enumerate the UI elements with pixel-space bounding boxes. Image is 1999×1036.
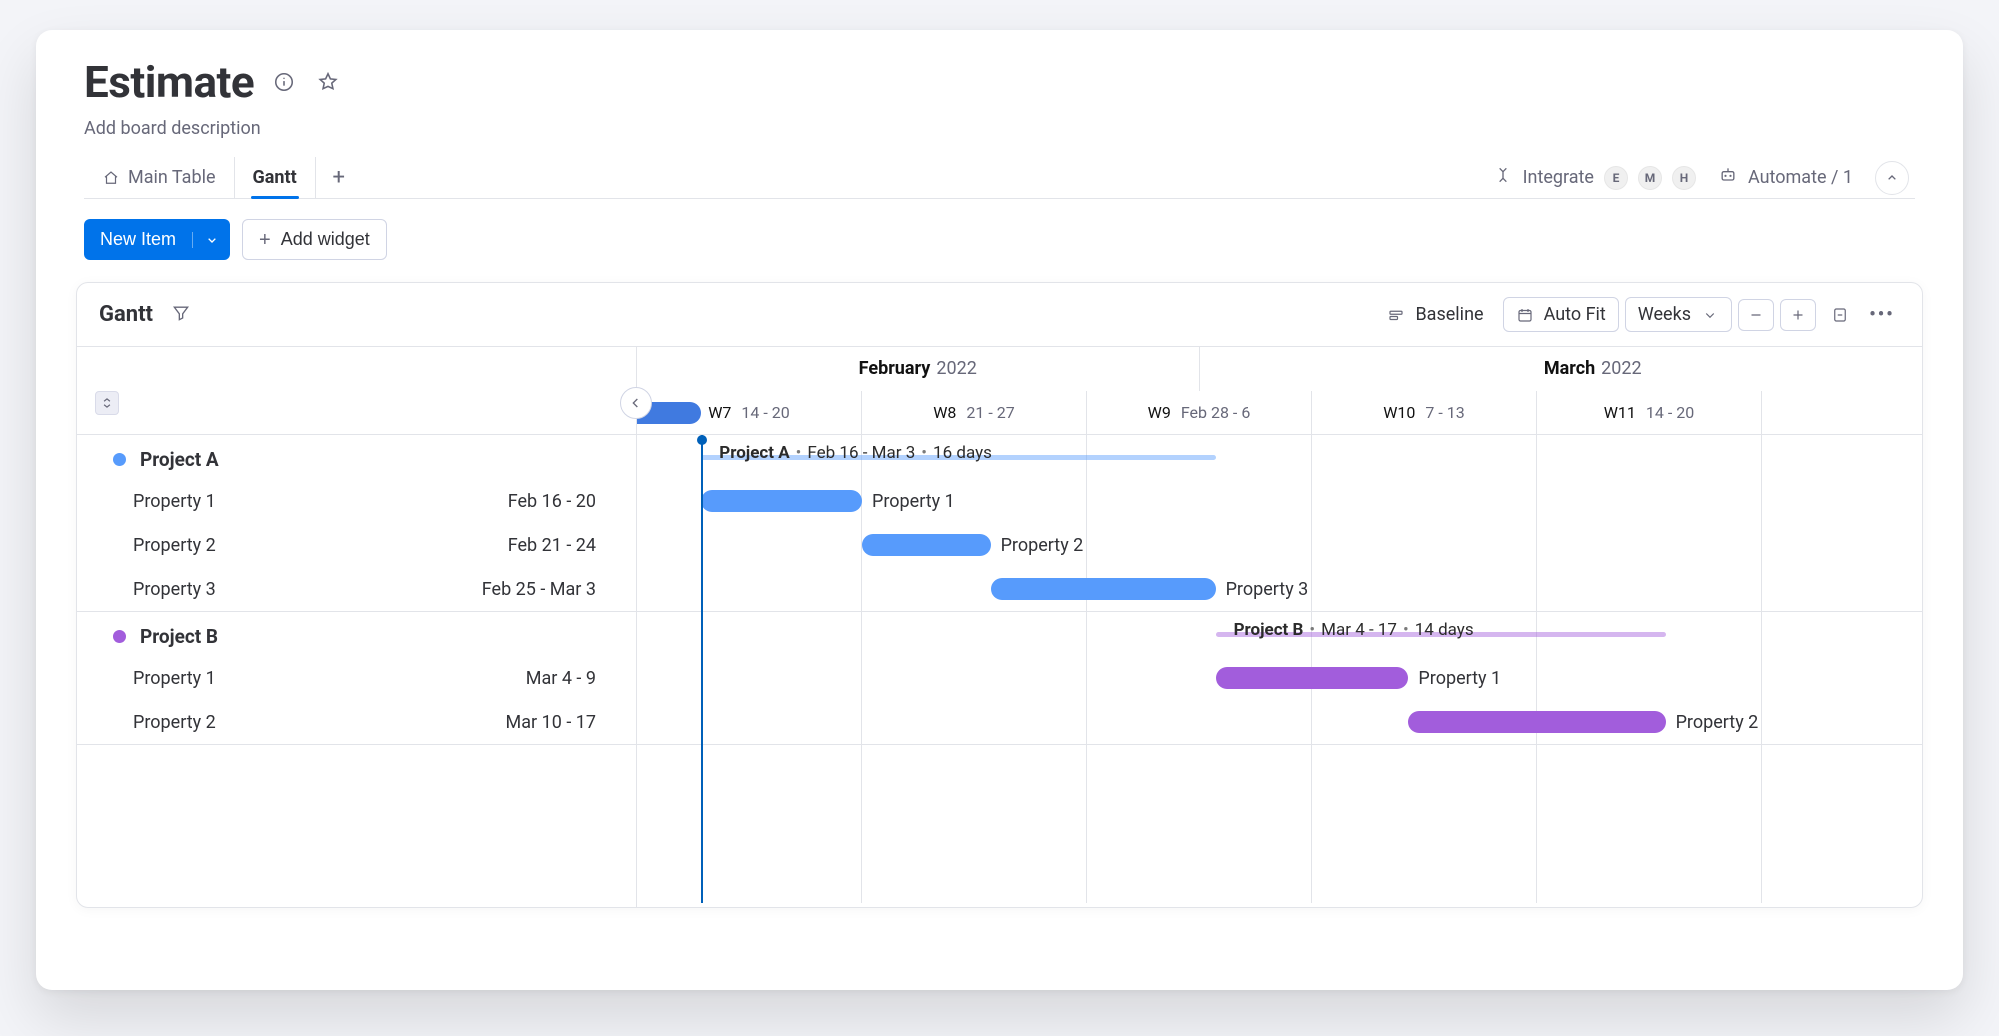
task-row[interactable]: Property 1 Feb 16 - 20 [77, 479, 636, 523]
plus-icon: + [259, 230, 271, 250]
task-row[interactable]: Property 2 Mar 10 - 17 [77, 700, 636, 744]
month-header: February 2022 [637, 347, 1200, 391]
group-span-label: Project A•Feb 16 - Mar 3•16 days [719, 443, 992, 463]
tab-gantt[interactable]: Gantt [235, 157, 316, 198]
app-icon-1[interactable]: E [1604, 166, 1628, 190]
star-icon[interactable] [314, 68, 342, 96]
info-icon[interactable] [270, 68, 298, 96]
scroll-left-button[interactable] [620, 387, 652, 419]
board-card: Estimate Add board description Main Tabl… [36, 30, 1963, 990]
collapse-all-button[interactable] [95, 391, 119, 415]
today-line [701, 435, 703, 903]
add-widget-label: Add widget [281, 229, 370, 250]
integrate-button[interactable]: Integrate E M H [1493, 165, 1696, 190]
week-header: W1114 - 20 [1537, 391, 1762, 435]
task-name: Property 3 [133, 579, 216, 600]
automate-label: Automate / 1 [1748, 167, 1853, 188]
gantt-row: Property 3 [637, 567, 1922, 611]
new-item-split-button: New Item [84, 219, 230, 260]
task-date: Feb 25 - Mar 3 [482, 579, 596, 600]
scale-label: Weeks [1638, 304, 1691, 325]
integrate-icon [1493, 165, 1513, 190]
group-header[interactable]: Project A [77, 435, 636, 479]
new-item-button[interactable]: New Item [84, 219, 192, 260]
autofit-label: Auto Fit [1544, 304, 1606, 325]
task-bar-label: Property 3 [1226, 578, 1309, 600]
task-row[interactable]: Property 1 Mar 4 - 9 [77, 656, 636, 700]
task-bar[interactable] [862, 534, 991, 556]
home-icon [102, 169, 120, 187]
week-header: W107 - 13 [1312, 391, 1537, 435]
gantt-row: Property 2 [637, 523, 1922, 567]
task-row[interactable]: Property 3 Feb 25 - Mar 3 [77, 567, 636, 611]
week-header: W9Feb 28 - 6 [1087, 391, 1312, 435]
group-name: Project B [140, 625, 218, 648]
group-color-dot [113, 453, 126, 466]
gantt-row: Property 1 [637, 656, 1922, 700]
task-bar-label: Property 1 [872, 490, 955, 512]
month-header: March 2022 [1200, 347, 1923, 391]
group-span-label: Project B•Mar 4 - 17•14 days [1234, 620, 1474, 640]
tab-label: Main Table [128, 167, 216, 188]
task-bar[interactable] [991, 578, 1216, 600]
app-icon-3[interactable]: H [1672, 166, 1696, 190]
task-name: Property 1 [133, 491, 216, 512]
board-description[interactable]: Add board description [84, 118, 1915, 139]
gantt-left-pane: Project A Property 1 Feb 16 - 20 Property 2… [77, 347, 637, 907]
gantt-title: Gantt [99, 302, 153, 327]
gantt-row: Project A•Feb 16 - Mar 3•16 days [637, 435, 1922, 479]
tabs-row: Main Table Gantt + Integrate E M H [84, 157, 1915, 199]
task-bar[interactable] [1408, 711, 1665, 733]
chevron-down-icon [1701, 306, 1719, 324]
task-bar[interactable] [701, 490, 862, 512]
task-bar-label: Property 1 [1418, 667, 1501, 689]
app-icon-2[interactable]: M [1638, 166, 1662, 190]
task-date: Mar 4 - 9 [526, 668, 596, 689]
tab-main-table[interactable]: Main Table [84, 157, 235, 198]
filter-icon[interactable] [171, 303, 191, 327]
zoom-out-button[interactable] [1738, 299, 1774, 331]
gantt-grid: Project A Property 1 Feb 16 - 20 Property 2… [77, 347, 1922, 907]
group-color-dot [113, 630, 126, 643]
scale-select[interactable]: Weeks [1625, 297, 1732, 332]
zoom-in-button[interactable] [1780, 299, 1816, 331]
task-bar-label: Property 2 [1676, 711, 1759, 733]
board-title: Estimate [84, 56, 254, 108]
new-item-dropdown[interactable] [192, 232, 230, 248]
task-date: Feb 16 - 20 [508, 491, 596, 512]
baseline-button[interactable]: Baseline [1374, 297, 1496, 332]
left-header [77, 347, 636, 435]
more-icon[interactable]: ••• [1864, 297, 1900, 332]
task-row[interactable]: Property 2 Feb 21 - 24 [77, 523, 636, 567]
gantt-row: Project B•Mar 4 - 17•14 days [637, 612, 1922, 656]
task-name: Property 2 [133, 712, 216, 733]
gantt-row: Property 1 [637, 479, 1922, 523]
robot-icon [1718, 165, 1738, 190]
integrate-label: Integrate [1523, 167, 1594, 188]
week-header: W821 - 27 [862, 391, 1087, 435]
export-button[interactable] [1822, 299, 1858, 331]
tab-label: Gantt [253, 167, 297, 188]
add-widget-button[interactable]: + Add widget [242, 219, 387, 260]
group-name: Project A [140, 448, 219, 471]
automate-button[interactable]: Automate / 1 [1718, 165, 1853, 190]
gantt-timeline[interactable]: February 2022March 2022 W714 - 20W821 - … [637, 347, 1922, 907]
baseline-label: Baseline [1415, 304, 1483, 325]
task-name: Property 1 [133, 668, 216, 689]
task-name: Property 2 [133, 535, 216, 556]
task-bar[interactable] [1216, 667, 1409, 689]
gantt-row: Property 2 [637, 700, 1922, 744]
toolbar: New Item + Add widget [54, 199, 1945, 282]
task-bar-label: Property 2 [1001, 534, 1084, 556]
add-tab-button[interactable]: + [316, 157, 362, 198]
task-date: Feb 21 - 24 [508, 535, 596, 556]
autofit-button[interactable]: Auto Fit [1503, 297, 1619, 332]
gantt-card: Gantt Baseline Auto Fit Weeks [76, 282, 1923, 908]
collapse-header-button[interactable] [1875, 161, 1909, 195]
group-header[interactable]: Project B [77, 612, 636, 656]
task-date: Mar 10 - 17 [506, 712, 596, 733]
board-header: Estimate Add board description Main Tabl… [54, 56, 1945, 199]
